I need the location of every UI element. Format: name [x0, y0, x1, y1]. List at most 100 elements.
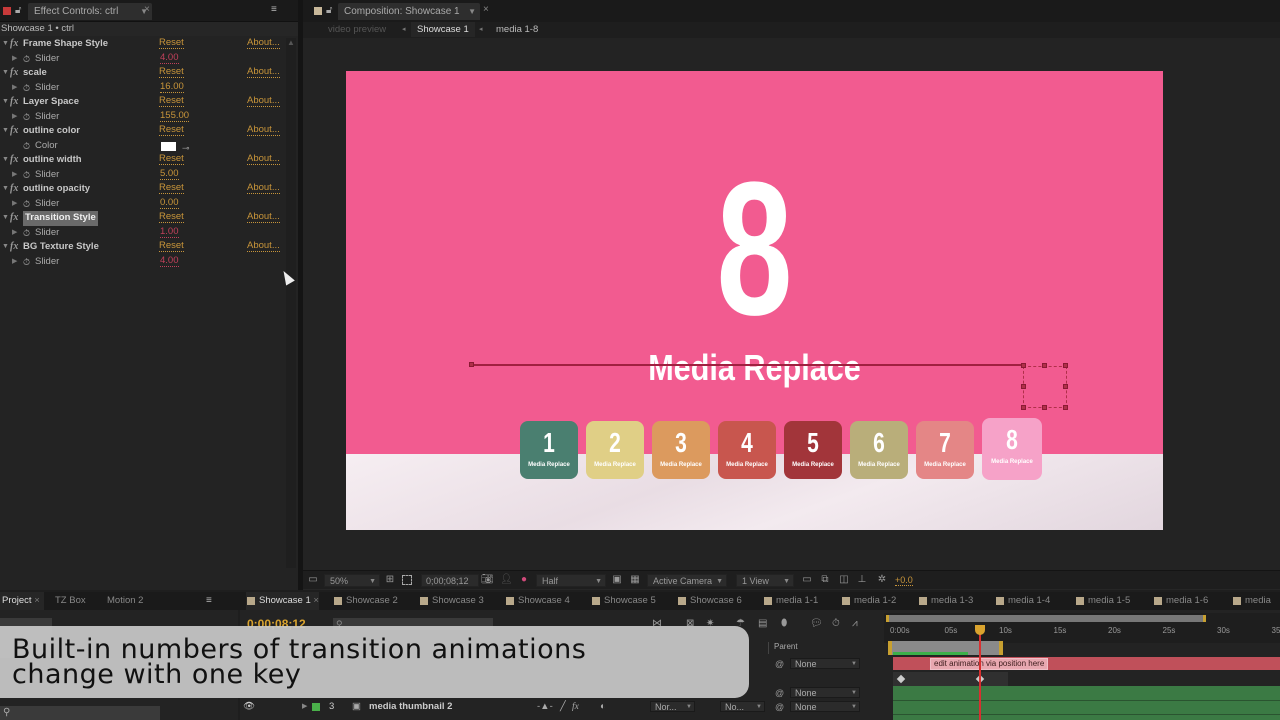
panel-menu-icon[interactable]: ≡: [206, 595, 212, 606]
slider-value[interactable]: 5.00: [160, 168, 179, 180]
effect-header[interactable]: ▼ fx Layer Space Reset About...: [0, 95, 290, 110]
color-swatch[interactable]: [161, 141, 176, 151]
collapse-arrow-icon[interactable]: ▼: [2, 66, 9, 81]
tab-motion-2[interactable]: Motion 2: [102, 592, 143, 610]
fx-icon[interactable]: fx: [10, 37, 18, 52]
reset-link[interactable]: Reset: [159, 240, 184, 252]
effect-name[interactable]: Layer Space: [23, 95, 79, 110]
bbox-handle[interactable]: [1063, 384, 1068, 389]
time-navigator[interactable]: [886, 615, 1206, 622]
fx-icon[interactable]: fx: [572, 700, 579, 714]
reset-link[interactable]: Reset: [159, 124, 184, 136]
fx-icon[interactable]: fx: [10, 124, 18, 139]
parent-dropdown[interactable]: None ▼: [790, 658, 860, 669]
stopwatch-icon[interactable]: ⏱︎: [23, 255, 30, 270]
tab-tz-box[interactable]: TZ Box: [50, 592, 86, 610]
effect-header[interactable]: ▼ fx scale Reset About...: [0, 66, 290, 81]
current-time[interactable]: 0;00;08;12: [421, 574, 479, 587]
tab-timeline[interactable]: media 1-7: [1232, 592, 1280, 624]
time-ruler[interactable]: 0:00s 05s 10s 15s 20s 25s 30s 35s: [884, 613, 1280, 643]
path-handle[interactable]: [469, 362, 474, 367]
close-icon[interactable]: ×: [144, 4, 150, 15]
stopwatch-icon[interactable]: ⏱︎: [23, 139, 30, 154]
tab-timeline[interactable]: media 1-1: [763, 592, 818, 610]
expand-arrow-icon[interactable]: ▶: [12, 81, 17, 96]
expand-arrow-icon[interactable]: ▶: [12, 110, 17, 125]
tab-timeline[interactable]: Showcase 3: [419, 592, 484, 610]
shy-icon[interactable]: -▲-: [537, 700, 553, 714]
tab-timeline[interactable]: Showcase 2: [333, 592, 398, 610]
pickwhip-icon[interactable]: @: [775, 700, 784, 714]
live-update-icon[interactable]: 💬︎: [810, 618, 823, 629]
always-preview-icon[interactable]: ▭: [307, 574, 319, 586]
views-dropdown[interactable]: 1 View ▼: [736, 574, 794, 587]
breadcrumb-item[interactable]: media 1-8: [496, 24, 538, 35]
trkmat-dropdown[interactable]: No... ▼: [720, 701, 765, 712]
camera-dropdown[interactable]: Active Camera ▼: [647, 574, 727, 587]
bbox-handle[interactable]: [1021, 405, 1026, 410]
pickwhip-icon[interactable]: @: [775, 686, 784, 700]
quality-icon[interactable]: ╱: [560, 700, 566, 714]
panel-menu-icon[interactable]: ≡: [271, 4, 277, 15]
fast-previews-icon[interactable]: ⧉: [819, 574, 831, 586]
bbox-handle[interactable]: [1042, 405, 1047, 410]
bbox-handle[interactable]: [1063, 363, 1068, 368]
about-link[interactable]: About...: [247, 240, 280, 252]
pickwhip-icon[interactable]: @: [775, 657, 784, 671]
effect-name[interactable]: scale: [23, 66, 47, 81]
about-link[interactable]: About...: [247, 153, 280, 165]
region-of-interest-icon[interactable]: ▣: [611, 574, 623, 586]
reset-link[interactable]: Reset: [159, 66, 184, 78]
about-link[interactable]: About...: [247, 66, 280, 78]
layer-name[interactable]: media thumbnail 2: [369, 700, 452, 714]
effect-name[interactable]: Transition Style: [23, 211, 98, 226]
about-link[interactable]: About...: [247, 124, 280, 136]
scrollbar[interactable]: ▲: [286, 38, 296, 568]
slider-value[interactable]: 16.00: [160, 81, 184, 93]
bbox-handle[interactable]: [1021, 384, 1026, 389]
fx-icon[interactable]: fx: [10, 182, 18, 197]
effect-header[interactable]: ▼ fx outline opacity Reset About...: [0, 182, 290, 197]
composition-canvas[interactable]: 8 Media Replace 1 Media Replace 2 Media Rep…: [346, 71, 1163, 530]
effect-header[interactable]: ▼ fx outline width Reset About...: [0, 153, 290, 168]
about-link[interactable]: About...: [247, 95, 280, 107]
expand-arrow-icon[interactable]: ▶: [12, 255, 17, 270]
reset-link[interactable]: Reset: [159, 182, 184, 194]
layer-row[interactable]: 👁︎ ▶ 3 ▣ media thumbnail 2 -▲- ╱ fx ◐ No…: [240, 700, 885, 714]
slider-value[interactable]: 1.00: [160, 226, 179, 238]
tab-timeline[interactable]: Showcase 6: [677, 592, 742, 610]
expand-arrow-icon[interactable]: ▶: [302, 700, 307, 714]
collapse-arrow-icon[interactable]: ▼: [2, 153, 9, 168]
project-search[interactable]: ⚲: [0, 706, 160, 720]
fx-icon[interactable]: fx: [10, 211, 18, 226]
camera-snapshot-icon[interactable]: 📷︎: [481, 574, 494, 586]
tab-project[interactable]: Project ×: [0, 592, 44, 610]
about-link[interactable]: About...: [247, 211, 280, 223]
collapse-arrow-icon[interactable]: ▼: [2, 37, 9, 52]
graph-editor-icon[interactable]: ⩘: [852, 618, 858, 629]
expand-arrow-icon[interactable]: ▶: [12, 52, 17, 67]
slider-value[interactable]: 155.00: [160, 110, 190, 122]
lock-icon[interactable]: 🔓︎: [326, 5, 332, 16]
bbox-handle[interactable]: [1021, 363, 1026, 368]
effect-name[interactable]: BG Texture Style: [23, 240, 99, 255]
stopwatch-icon[interactable]: ⏱︎: [23, 168, 30, 183]
mask-visibility-icon[interactable]: [402, 575, 412, 585]
stopwatch-icon[interactable]: ⏱︎: [23, 52, 30, 67]
zoom-dropdown[interactable]: 50% ▼: [324, 574, 380, 587]
show-snapshot-icon[interactable]: 👤︎: [500, 574, 513, 586]
toggle-pixel-aspect-icon[interactable]: ▭: [801, 574, 813, 586]
mode-dropdown[interactable]: Nor... ▼: [650, 701, 695, 712]
color-channels-icon[interactable]: ●: [518, 574, 530, 586]
collapse-arrow-icon[interactable]: ▼: [2, 182, 9, 197]
about-link[interactable]: About...: [247, 182, 280, 194]
resolution-dropdown[interactable]: Half ▼: [536, 574, 606, 587]
scroll-up-icon[interactable]: ▲: [287, 38, 295, 47]
tab-timeline[interactable]: Showcase 5: [591, 592, 656, 610]
cti-handle[interactable]: [975, 625, 985, 635]
expand-arrow-icon[interactable]: ▶: [12, 226, 17, 241]
bbox-handle[interactable]: [1042, 363, 1047, 368]
fx-icon[interactable]: fx: [10, 240, 18, 255]
transparency-grid-icon[interactable]: ▦: [629, 574, 641, 586]
safe-zones-icon[interactable]: ⊞: [384, 574, 396, 586]
